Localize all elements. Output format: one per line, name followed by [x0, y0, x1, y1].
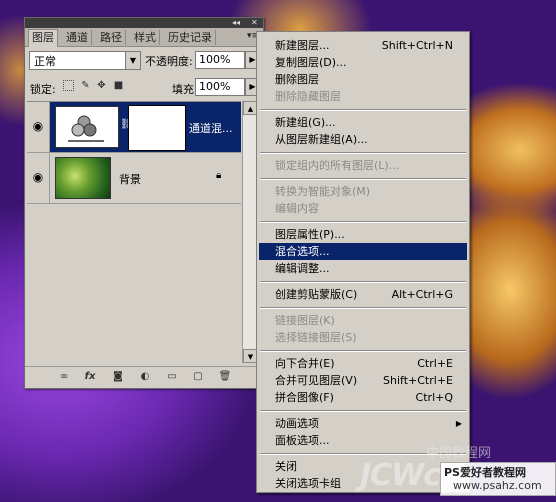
lock-pixels-brush-icon[interactable]: ✎: [80, 80, 91, 91]
adjustment-icon: [55, 106, 119, 148]
menu-item-layer-properties[interactable]: 图层属性(P)...: [259, 226, 467, 243]
opacity-value: 100%: [199, 53, 231, 66]
panel-footer: ∞ fx ◙ ◐ ▭ ▢ 🗑︎: [25, 366, 263, 387]
watermark-site-name: PS爱好者教程网: [444, 466, 526, 479]
collapse-icon[interactable]: ◂◂: [232, 18, 240, 28]
add-mask-icon[interactable]: ◙: [111, 370, 125, 383]
submenu-arrow-icon: ▶: [455, 419, 462, 428]
eye-icon: ◉: [32, 170, 44, 184]
layer-mask-thumbnail[interactable]: [128, 105, 186, 151]
visibility-toggle[interactable]: ◉: [27, 153, 50, 203]
panel-titlebar: ◂◂ ✕: [25, 18, 263, 28]
lock-position-move-icon[interactable]: ✥: [96, 80, 107, 91]
opacity-label: 不透明度:: [145, 55, 193, 68]
new-adjustment-icon[interactable]: ◐: [138, 370, 152, 383]
menu-separator: [260, 281, 466, 283]
chevron-down-icon[interactable]: ▼: [125, 52, 140, 69]
menu-item-delete-layer[interactable]: 删除图层: [259, 71, 467, 88]
trash-icon[interactable]: 🗑︎: [218, 370, 232, 383]
panel-context-menu: 新建图层... Shift+Ctrl+N 复制图层(D)... 删除图层 删除隐藏…: [256, 31, 470, 493]
eye-icon: ◉: [32, 119, 44, 133]
menu-separator: [260, 350, 466, 352]
menu-separator: [260, 221, 466, 223]
opacity-field[interactable]: 100%: [195, 51, 245, 69]
menu-separator: [260, 109, 466, 111]
blend-row: 正常 ▼ 不透明度: 100% ▶: [25, 49, 263, 71]
new-layer-icon[interactable]: ▢: [191, 370, 205, 383]
menu-separator: [260, 152, 466, 154]
menu-item-convert-smart-object: 转换为智能对象(M): [275, 185, 371, 198]
new-group-icon[interactable]: ▭: [165, 370, 179, 383]
menu-item-delete-hidden-layers: 删除隐藏图层: [275, 90, 341, 103]
menu-item-animation-options[interactable]: 动画选项 ▶: [259, 415, 467, 432]
menu-item-flatten-image[interactable]: 拼合图像(F) Ctrl+Q: [259, 389, 467, 406]
fx-icon[interactable]: fx: [83, 370, 97, 383]
lock-transparency-icon[interactable]: [63, 80, 74, 91]
menu-item-select-linked-layers: 选择链接图层(S): [275, 331, 357, 344]
watermark-badge: PS爱好者教程网 www.psahz.com: [440, 462, 556, 496]
close-icon[interactable]: ✕: [251, 18, 258, 28]
menu-item-merge-down[interactable]: 向下合并(E) Ctrl+E: [259, 355, 467, 372]
menu-item-new-group[interactable]: 新建组(G)...: [259, 114, 467, 131]
layer-name: 背景: [119, 173, 141, 186]
fill-label: 填充:: [172, 83, 198, 96]
menu-item-new-layer[interactable]: 新建图层... Shift+Ctrl+N: [259, 37, 467, 54]
menu-item-new-group-from-layers[interactable]: 从图层新建组(A)...: [259, 131, 467, 148]
tab-history[interactable]: 历史记录: [165, 30, 216, 45]
menu-separator: [260, 178, 466, 180]
menu-item-link-layers: 链接图层(K): [275, 314, 335, 327]
menu-item-edit-adjustment[interactable]: 编辑调整...: [259, 260, 467, 277]
layer-row-background[interactable]: ◉ 背景 🔒︎: [27, 153, 241, 204]
channel-mixer-icon: [68, 115, 104, 142]
menu-item-merge-visible[interactable]: 合并可见图层(V) Shift+Ctrl+E: [259, 372, 467, 389]
menu-separator: [260, 307, 466, 309]
menu-item-edit-contents: 编辑内容: [275, 202, 319, 215]
menu-separator: [260, 410, 466, 412]
layer-row-channel-mixer[interactable]: ◉ ⛓ 通道混...: [27, 102, 241, 153]
panel-tabs: 图层 通道 路径 样式 历史记录 ▾≡: [25, 28, 263, 47]
layers-panel: ◂◂ ✕ 图层 通道 路径 样式 历史记录 ▾≡ 正常 ▼ 不透明度: 100%…: [24, 17, 264, 389]
watermark-url: www.psahz.com: [453, 479, 542, 492]
tab-layers[interactable]: 图层: [28, 29, 58, 47]
tab-channels[interactable]: 通道: [63, 30, 92, 45]
lock-all-icon[interactable]: ■: [113, 80, 124, 91]
link-layers-icon[interactable]: ∞: [57, 370, 71, 383]
layers-list: ◉ ⛓ 通道混... ◉ 背景 🔒︎: [27, 101, 241, 364]
watermark: 中国教程网 JCWcn PS爱好者教程网 www.psahz.com: [360, 440, 556, 502]
menu-item-blending-options[interactable]: 混合选项...: [259, 243, 467, 260]
menu-item-duplicate-layer[interactable]: 复制图层(D)...: [259, 54, 467, 71]
blend-mode-select[interactable]: 正常 ▼: [29, 51, 141, 70]
blend-mode-value: 正常: [34, 55, 56, 68]
layer-name: 通道混...: [189, 122, 233, 135]
menu-item-lock-all-layers: 锁定组内的所有图层(L)...: [275, 159, 400, 172]
tab-styles[interactable]: 样式: [131, 30, 160, 45]
menu-item-create-clipping-mask[interactable]: 创建剪贴蒙版(C) Alt+Ctrl+G: [259, 286, 467, 303]
background-thumbnail: [55, 157, 111, 199]
visibility-toggle[interactable]: ◉: [27, 102, 50, 152]
lock-label: 锁定:: [30, 83, 56, 96]
lock-row: 锁定: ✎ ✥ ■ 填充: 100% ▶: [25, 76, 263, 98]
fill-value: 100%: [199, 80, 231, 93]
lock-icon: 🔒︎: [216, 170, 222, 181]
fill-field[interactable]: 100%: [195, 78, 245, 96]
tab-paths[interactable]: 路径: [97, 30, 126, 45]
